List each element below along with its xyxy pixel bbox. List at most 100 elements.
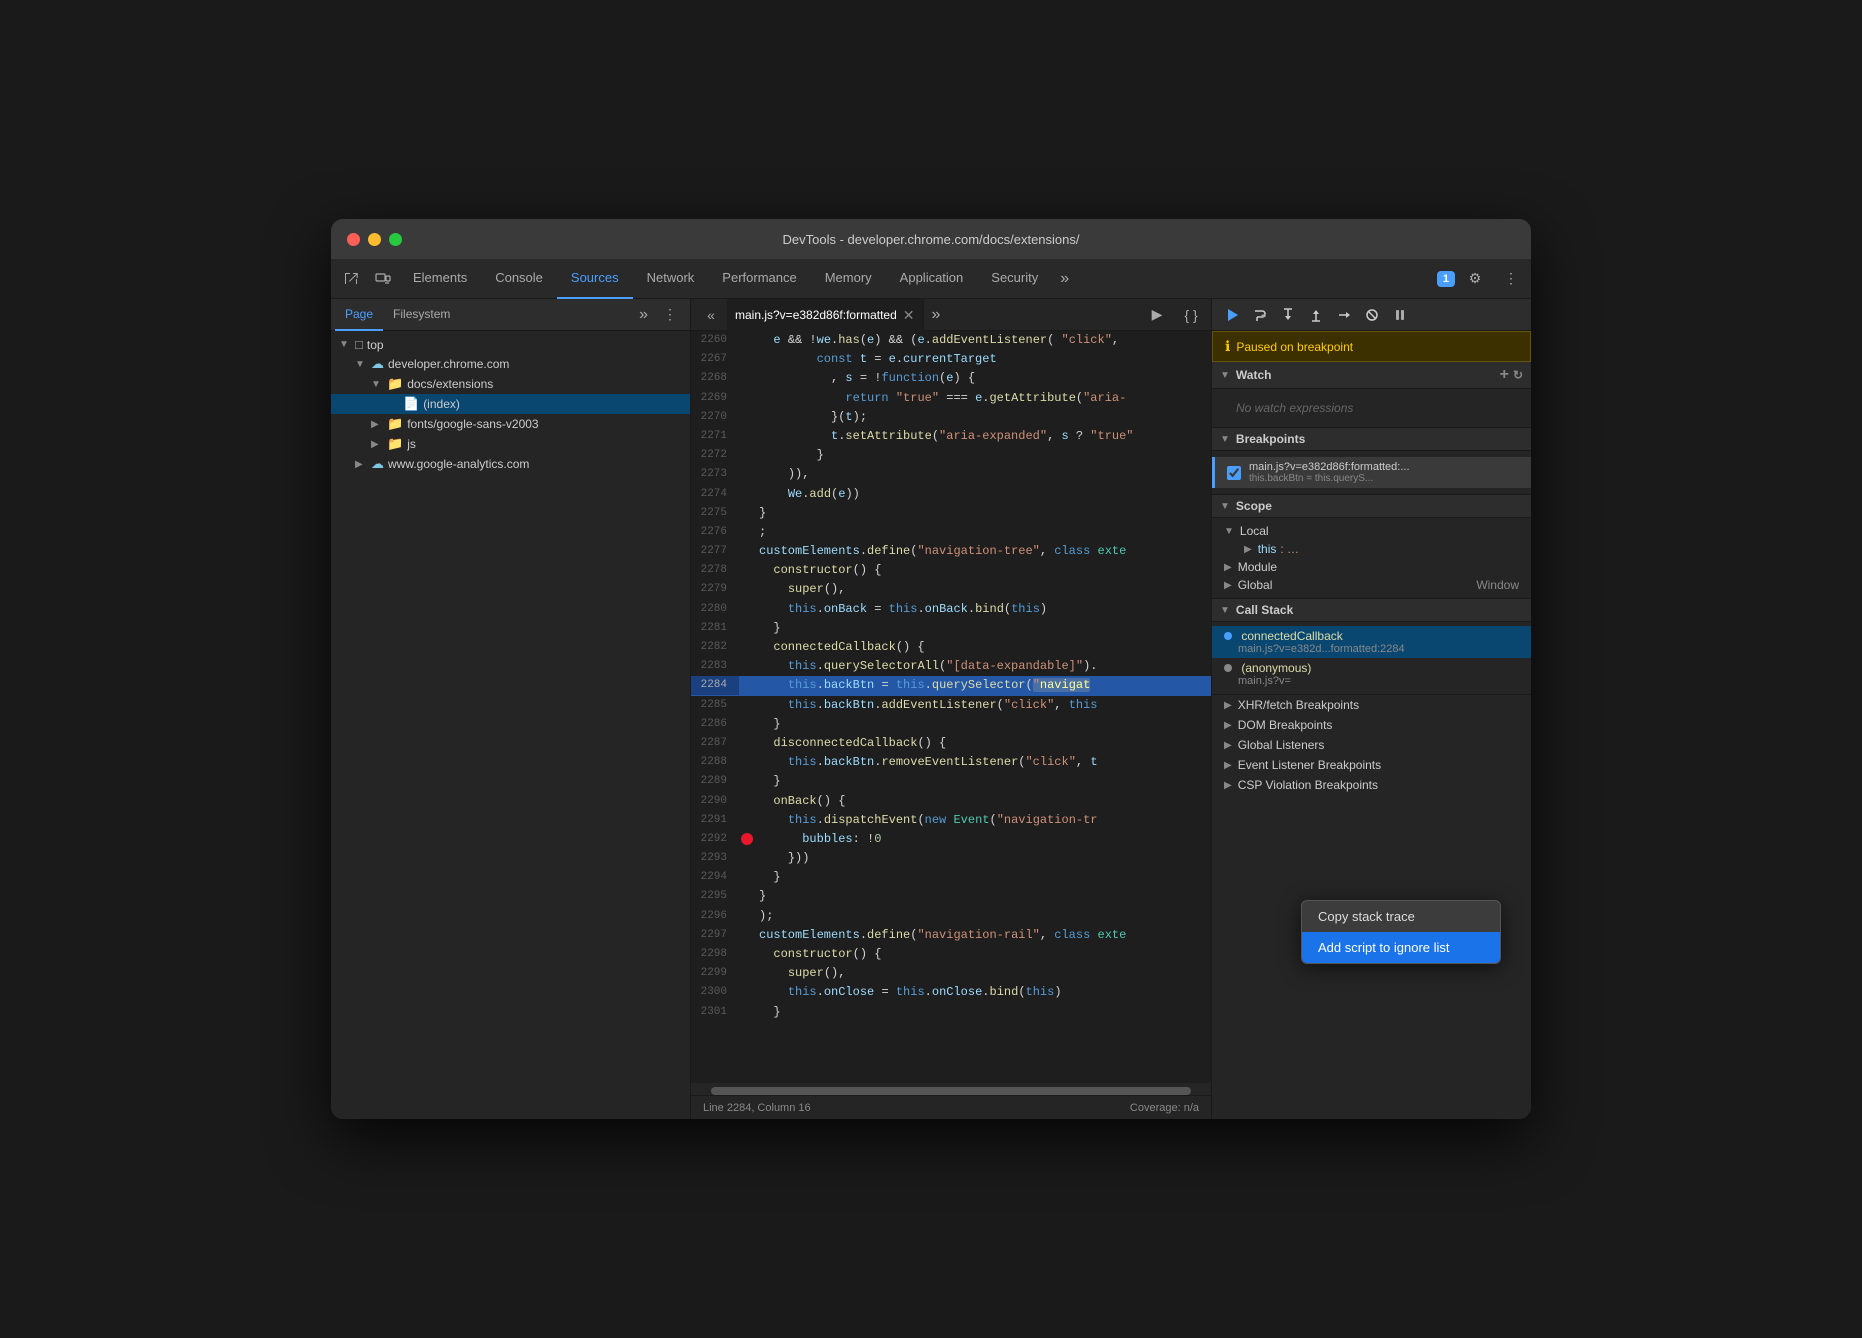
tree-item-js[interactable]: ▶ 📁 js xyxy=(331,434,690,454)
copy-stack-trace-item[interactable]: Copy stack trace xyxy=(1302,901,1500,932)
step-btn[interactable] xyxy=(1332,303,1356,327)
panel-menu-icon[interactable]: ⋮ xyxy=(654,299,686,331)
line-2296: 2296 ); xyxy=(691,907,1211,926)
more-options-icon[interactable]: ⋮ xyxy=(1495,263,1527,295)
line-2284: 2284 this.backBtn = this.querySelector("… xyxy=(691,676,1211,695)
tree-item-fonts[interactable]: ▶ 📁 fonts/google-sans-v2003 xyxy=(331,414,690,434)
editor-tab-close[interactable]: ✕ xyxy=(903,308,915,322)
device-toolbar-icon[interactable] xyxy=(367,263,399,295)
deactivate-btn[interactable] xyxy=(1360,303,1384,327)
tree-item-chrome-com[interactable]: ▼ ☁ developer.chrome.com xyxy=(331,354,690,374)
run-snippets-icon[interactable]: ▶ xyxy=(1141,299,1173,331)
watch-content: No watch expressions xyxy=(1212,389,1531,428)
pretty-print-icon[interactable]: { } xyxy=(1175,299,1207,331)
minimize-button[interactable] xyxy=(368,233,381,246)
line-2280: 2280 this.onBack = this.onBack.bind(this… xyxy=(691,600,1211,619)
line-2272: 2272 } xyxy=(691,446,1211,465)
global-listeners-header[interactable]: ▶ Global Listeners xyxy=(1212,735,1531,755)
pause-on-exception-btn[interactable] xyxy=(1388,303,1412,327)
code-scrollbar[interactable] xyxy=(691,1083,1211,1095)
devtools-right-controls: 1 ⚙ ⋮ xyxy=(1437,263,1527,295)
scope-this-item[interactable]: ▶ this : … xyxy=(1212,540,1531,558)
tab-application[interactable]: Application xyxy=(886,259,978,299)
tab-performance[interactable]: Performance xyxy=(708,259,810,299)
editor-more-tabs[interactable]: » xyxy=(924,306,949,324)
dom-section-header[interactable]: ▶ DOM Breakpoints xyxy=(1212,715,1531,735)
tree-item-docs-extensions[interactable]: ▼ 📁 docs/extensions xyxy=(331,374,690,394)
step-out-btn[interactable] xyxy=(1304,303,1328,327)
tab-security[interactable]: Security xyxy=(977,259,1052,299)
add-to-ignore-list-item[interactable]: Add script to ignore list xyxy=(1302,932,1500,963)
scope-local-header[interactable]: ▼ Local xyxy=(1212,522,1531,540)
scope-section-header[interactable]: ▼ Scope xyxy=(1212,495,1531,518)
tab-page[interactable]: Page xyxy=(335,299,383,331)
tab-memory[interactable]: Memory xyxy=(811,259,886,299)
callstack-item-anonymous[interactable]: (anonymous) main.js?v= xyxy=(1212,658,1531,690)
callstack-item-connected[interactable]: connectedCallback main.js?v=e382d...form… xyxy=(1212,626,1531,658)
line-2267: 2267 const t = e.currentTarget xyxy=(691,350,1211,369)
debug-toolbar xyxy=(1212,299,1531,331)
coverage-status: Coverage: n/a xyxy=(1130,1102,1199,1114)
navigator-icon[interactable]: « xyxy=(695,299,727,331)
notification-badge: 1 xyxy=(1437,271,1455,287)
breakpoint-checkbox[interactable] xyxy=(1227,466,1241,480)
left-panel: Page Filesystem » ⋮ ▼ □ top ▼ ☁ xyxy=(331,299,691,1119)
code-lines: 2260 e && !we.has(e) && (e.addEventListe… xyxy=(691,331,1211,1083)
editor-tab-main-js[interactable]: main.js?v=e382d86f:formatted ✕ xyxy=(727,299,924,331)
step-over-btn[interactable] xyxy=(1248,303,1272,327)
breakpoint-notice: ℹ Paused on breakpoint xyxy=(1212,331,1531,362)
line-2274: 2274 We.add(e)) xyxy=(691,485,1211,504)
tree-item-index[interactable]: ▶ 📄 (index) xyxy=(331,394,690,414)
breakpoint-item[interactable]: main.js?v=e382d86f:formatted:... this.ba… xyxy=(1212,457,1531,488)
file-tree: ▼ □ top ▼ ☁ developer.chrome.com ▼ 📁 doc… xyxy=(331,331,690,1119)
line-2269: 2269 return "true" === e.getAttribute("a… xyxy=(691,389,1211,408)
editor-tabs: « main.js?v=e382d86f:formatted ✕ » ▶ { } xyxy=(691,299,1211,331)
right-sections: ▼ Watch + ↻ No watch expressions ▼ Break… xyxy=(1212,362,1531,1119)
tree-item-top[interactable]: ▼ □ top xyxy=(331,335,690,354)
callstack-section-header[interactable]: ▼ Call Stack xyxy=(1212,599,1531,622)
callstack-content: connectedCallback main.js?v=e382d...form… xyxy=(1212,622,1531,695)
window-title: DevTools - developer.chrome.com/docs/ext… xyxy=(783,232,1080,247)
code-editor: 2260 e && !we.has(e) && (e.addEventListe… xyxy=(691,331,1211,1083)
line-2268: 2268 , s = !function(e) { xyxy=(691,369,1211,388)
csp-violations-header[interactable]: ▶ CSP Violation Breakpoints xyxy=(1212,775,1531,795)
scroll-thumb[interactable] xyxy=(711,1087,1191,1095)
line-2277: 2277 customElements.define("navigation-t… xyxy=(691,542,1211,561)
scope-global-header[interactable]: ▶ Global Window xyxy=(1212,576,1531,594)
line-2278: 2278 constructor() { xyxy=(691,561,1211,580)
inspect-icon[interactable] xyxy=(335,263,367,295)
line-2298: 2298 constructor() { xyxy=(691,945,1211,964)
right-panel: ℹ Paused on breakpoint ▼ Watch + ↻ No wa… xyxy=(1211,299,1531,1119)
editor-tab-label: main.js?v=e382d86f:formatted xyxy=(735,308,897,322)
more-tabs-icon[interactable]: » xyxy=(1052,270,1077,288)
panel-more-icon[interactable]: » xyxy=(633,306,654,324)
xhr-section-header[interactable]: ▶ XHR/fetch Breakpoints xyxy=(1212,695,1531,715)
watch-refresh-btn[interactable]: ↻ xyxy=(1513,368,1523,382)
settings-icon[interactable]: ⚙ xyxy=(1459,263,1491,295)
bp-file: main.js?v=e382d86f:formatted:... xyxy=(1249,461,1410,473)
maximize-button[interactable] xyxy=(389,233,402,246)
line-2281: 2281 } xyxy=(691,619,1211,638)
traffic-lights xyxy=(347,233,402,246)
tab-console[interactable]: Console xyxy=(481,259,557,299)
watch-add-btn[interactable]: + xyxy=(1500,366,1509,384)
step-into-btn[interactable] xyxy=(1276,303,1300,327)
tab-sources[interactable]: Sources xyxy=(557,259,633,299)
tab-filesystem[interactable]: Filesystem xyxy=(383,299,460,331)
tab-elements[interactable]: Elements xyxy=(399,259,481,299)
line-2292: 2292 bubbles: !0 xyxy=(691,830,1211,849)
line-2279: 2279 super(), xyxy=(691,580,1211,599)
line-2271: 2271 t.setAttribute("aria-expanded", s ?… xyxy=(691,427,1211,446)
tree-item-analytics[interactable]: ▶ ☁ www.google-analytics.com xyxy=(331,454,690,474)
watch-section-header[interactable]: ▼ Watch + ↻ xyxy=(1212,362,1531,389)
event-listeners-header[interactable]: ▶ Event Listener Breakpoints xyxy=(1212,755,1531,775)
tab-network[interactable]: Network xyxy=(633,259,709,299)
line-2260: 2260 e && !we.has(e) && (e.addEventListe… xyxy=(691,331,1211,350)
scope-module-header[interactable]: ▶ Module xyxy=(1212,558,1531,576)
close-button[interactable] xyxy=(347,233,360,246)
resume-btn[interactable] xyxy=(1220,303,1244,327)
line-2300: 2300 this.onClose = this.onClose.bind(th… xyxy=(691,983,1211,1002)
breakpoints-section-header[interactable]: ▼ Breakpoints xyxy=(1212,428,1531,451)
line-2295: 2295 } xyxy=(691,887,1211,906)
line-2293: 2293 })) xyxy=(691,849,1211,868)
